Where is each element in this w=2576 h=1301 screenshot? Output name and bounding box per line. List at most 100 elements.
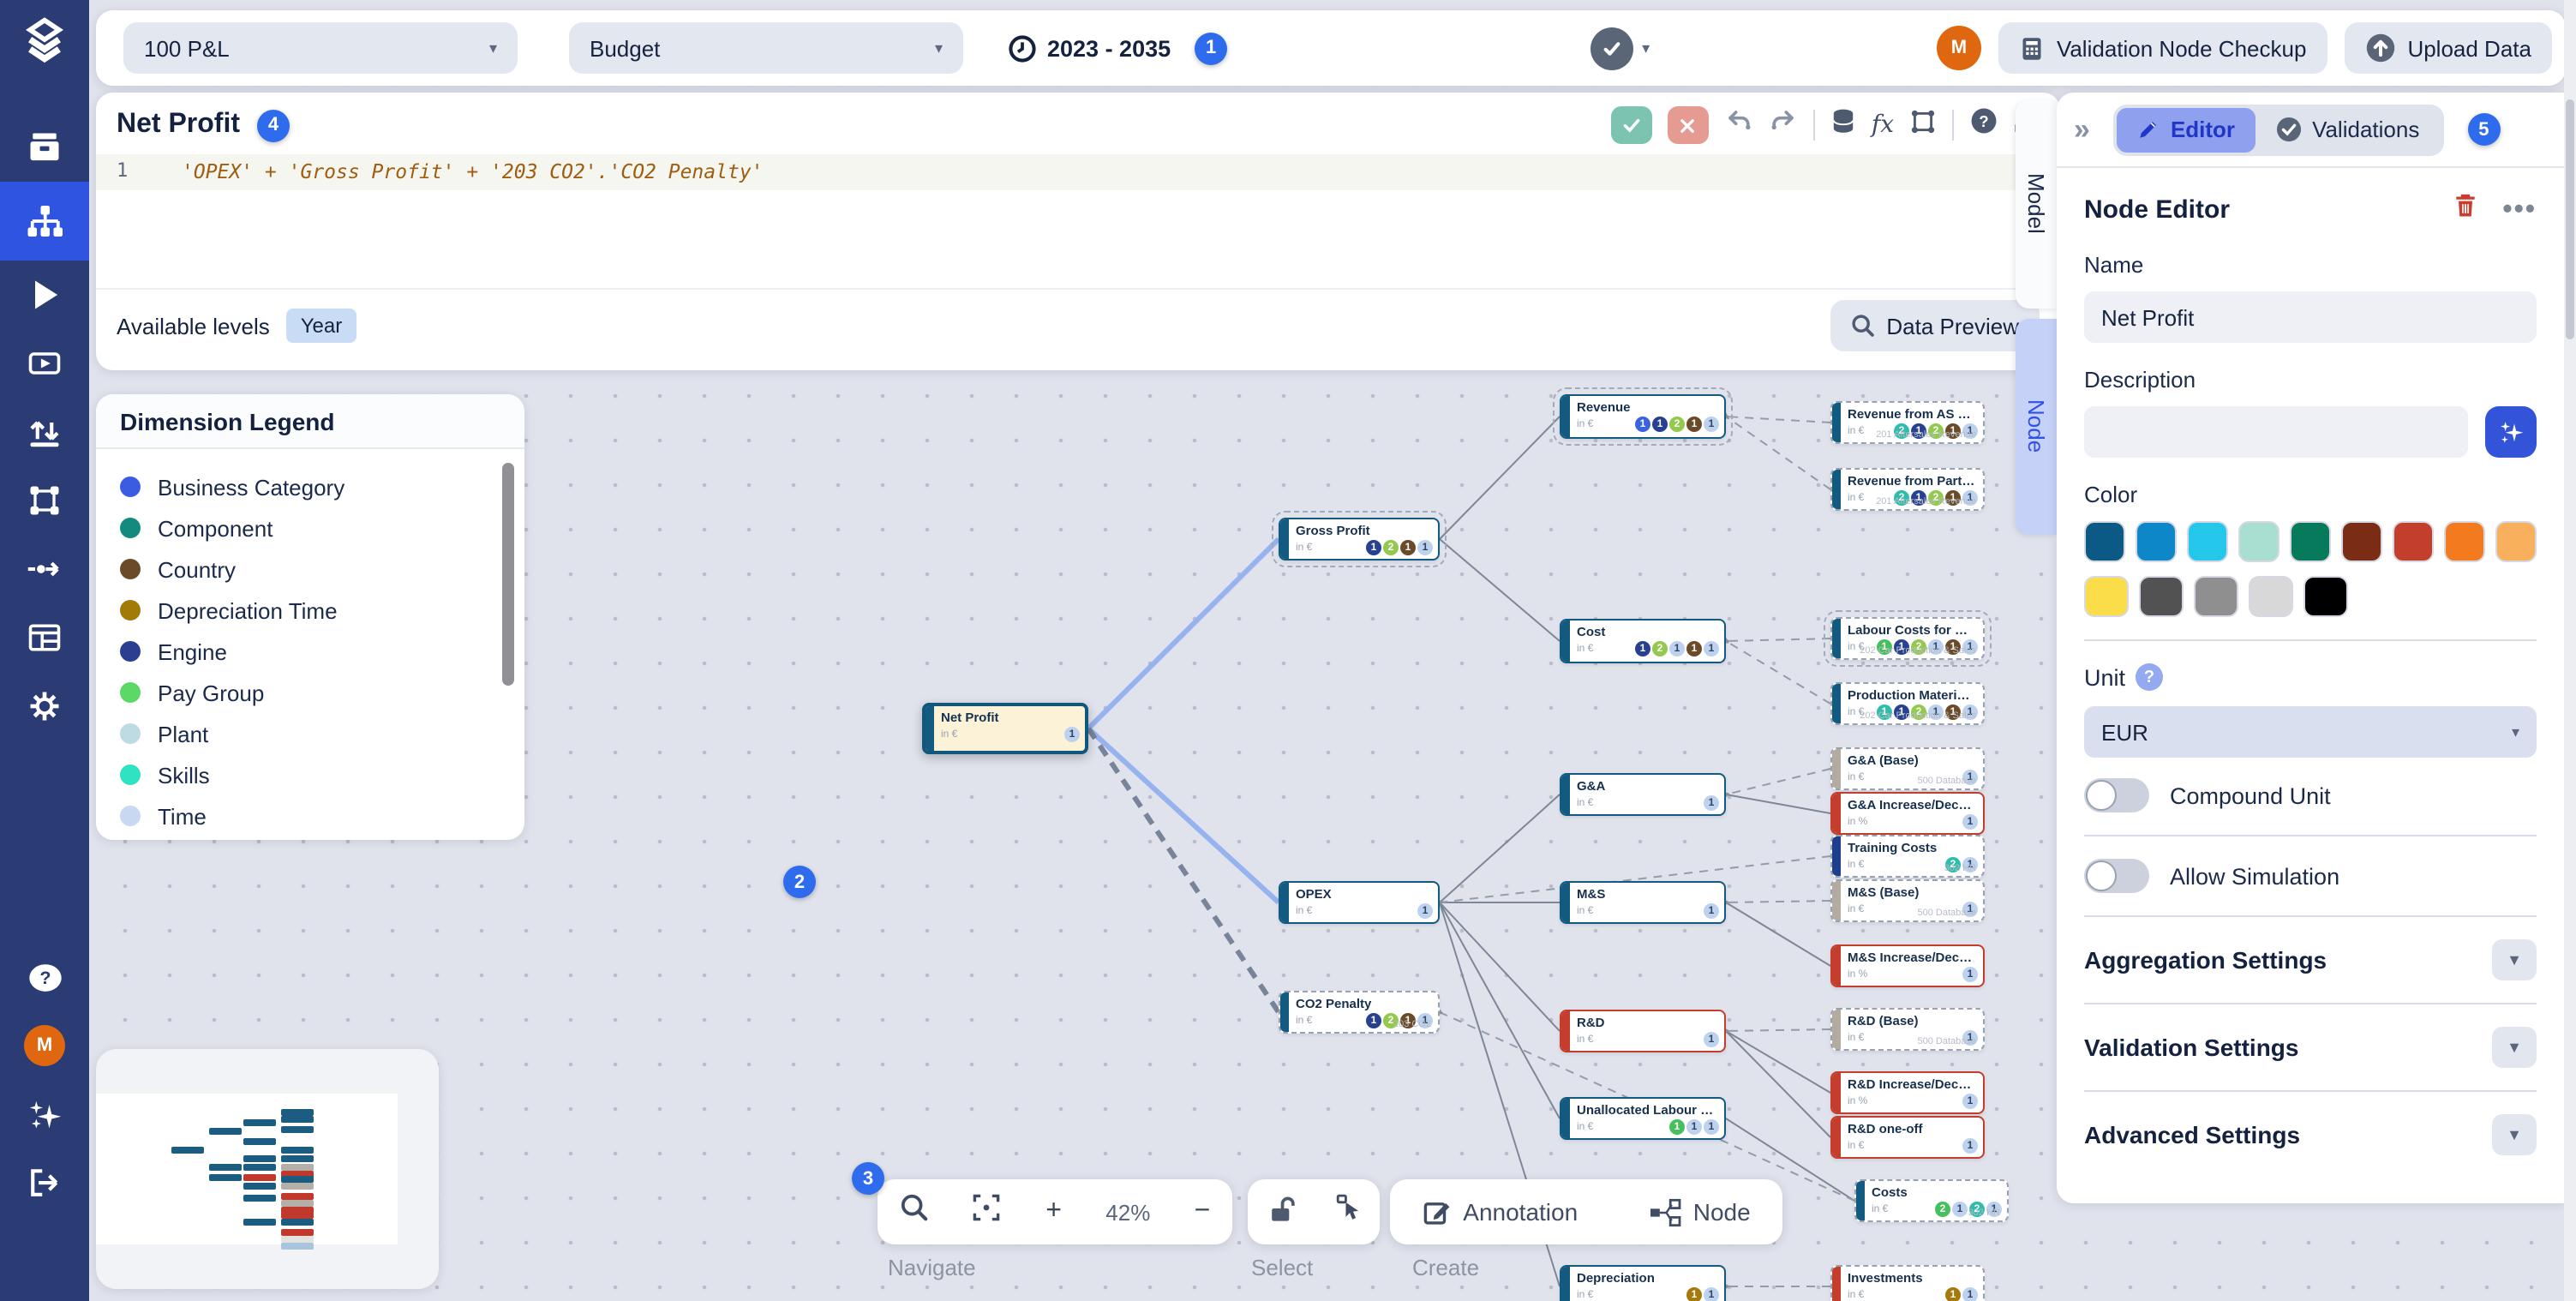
format-frame-button[interactable] [1909, 107, 1937, 143]
zoom-in-button[interactable]: + [1045, 1196, 1062, 1227]
tab-node[interactable]: Node [2016, 319, 2057, 535]
node-prod-mat[interactable]: Production Material Costs in € 112111202… [1830, 682, 1985, 725]
validation-settings-expand-button[interactable]: ▼ [2492, 1027, 2537, 1068]
node-net-profit[interactable]: Net Profit in € 1 [922, 703, 1088, 754]
redo-button[interactable] [1769, 108, 1798, 142]
discard-formula-button[interactable] [1668, 106, 1709, 144]
color-swatch[interactable] [2341, 521, 2382, 562]
undo-button[interactable] [1724, 108, 1753, 142]
node-revenue[interactable]: Revenue in € 11211 [1560, 394, 1726, 439]
sidebar-avatar[interactable]: M [0, 1011, 89, 1080]
node-cost[interactable]: Cost in € 12111 [1560, 619, 1726, 663]
node-ms[interactable]: M&S in € 1 [1560, 881, 1726, 924]
node-opex[interactable]: OPEX in € 1 [1279, 881, 1440, 924]
delete-node-button[interactable] [2453, 192, 2478, 228]
node-gross-profit[interactable]: Gross Profit in € 1211 [1279, 518, 1440, 561]
color-swatch[interactable] [2303, 576, 2348, 617]
formula-code-editor[interactable]: 1 'OPEX' + 'Gross Profit' + '203 CO2'.'C… [96, 154, 2060, 288]
tour-badge-4[interactable]: 4 [257, 109, 290, 141]
node-ms-base[interactable]: M&S (Base) in € 1500 Database [1830, 879, 1985, 922]
node-co2-penalty[interactable]: CO2 Penalty in € 1211203 CO2 [1279, 991, 1440, 1034]
help-icon[interactable]: ? [1969, 106, 1998, 144]
node-ga-base[interactable]: G&A (Base) in € 1500 Database [1830, 747, 1985, 790]
minimap[interactable] [96, 1049, 439, 1289]
node-ga-inc[interactable]: G&A Increase/Decrease in % 1 [1830, 792, 1985, 835]
color-swatch[interactable] [2187, 521, 2228, 562]
data-source-button[interactable] [1830, 107, 1856, 143]
period-selector[interactable]: 2023 - 2035 1 [1008, 32, 1227, 64]
pointer-select-icon[interactable] [1333, 1193, 1361, 1231]
tour-badge-2[interactable]: 2 [783, 866, 816, 898]
zoom-out-button[interactable]: − [1195, 1196, 1211, 1227]
tour-badge-5[interactable]: 5 [2467, 113, 2500, 146]
validation-node-checkup-button[interactable]: Validation Node Checkup [1998, 22, 2327, 74]
upload-data-button[interactable]: Upload Data [2344, 22, 2552, 74]
apply-formula-button[interactable] [1611, 106, 1652, 144]
color-swatch[interactable] [2084, 521, 2125, 562]
sidebar-item-tables[interactable] [0, 603, 89, 672]
node-training[interactable]: Training Costs in € 21302 HR [1830, 835, 1985, 878]
description-input[interactable] [2084, 406, 2468, 458]
name-input[interactable]: Net Profit [2084, 291, 2537, 343]
compound-unit-toggle[interactable] [2084, 778, 2149, 812]
advanced-settings-expand-button[interactable]: ▼ [2492, 1114, 2537, 1155]
node-unalloc[interactable]: Unallocated Labour Costs (O... in € 111 [1560, 1097, 1726, 1140]
sidebar-item-ai-assistant[interactable] [0, 1080, 89, 1148]
sidebar-item-help[interactable]: ? [0, 943, 89, 1011]
color-swatch[interactable] [2393, 521, 2434, 562]
sidebar-item-presentation[interactable] [0, 329, 89, 398]
node-costs-302[interactable]: Costs in € 2121302 HR [1854, 1179, 2009, 1222]
color-swatch[interactable] [2194, 576, 2238, 617]
node-ms-inc[interactable]: M&S Increase/Decrease in % 1 [1830, 944, 1985, 987]
create-node-button[interactable]: Node [1649, 1197, 1751, 1226]
node-rd-inc[interactable]: R&D Increase/Decrease in % 1 [1830, 1071, 1985, 1114]
color-swatch[interactable] [2444, 521, 2485, 562]
unit-help-icon[interactable]: ? [2136, 663, 2163, 691]
node-rev-as[interactable]: Revenue from AS Service in € 21211201 Af… [1830, 401, 1985, 444]
sidebar-item-model-graph[interactable] [0, 182, 89, 261]
app-logo-icon[interactable] [0, 0, 89, 82]
node-rd[interactable]: R&D in € 1 [1560, 1010, 1726, 1052]
aggregation-settings-expand-button[interactable]: ▼ [2492, 939, 2537, 980]
tab-model[interactable]: Model [2016, 99, 2057, 309]
sidebar-item-settings[interactable] [0, 672, 89, 740]
more-options-icon[interactable]: ••• [2502, 195, 2537, 225]
sidebar-item-archive[interactable] [0, 113, 89, 182]
tab-validations[interactable]: Validations [2255, 107, 2440, 152]
tour-badge-1[interactable]: 1 [1195, 32, 1227, 64]
color-swatch[interactable] [2136, 521, 2177, 562]
unit-select[interactable]: EUR▾ [2084, 706, 2537, 758]
sidebar-item-logout[interactable] [0, 1148, 89, 1217]
node-depreciation[interactable]: Depreciation in € 11 [1560, 1265, 1726, 1301]
color-swatch[interactable] [2249, 576, 2293, 617]
tour-badge-3[interactable]: 3 [852, 1162, 884, 1195]
sidebar-item-simulation[interactable] [0, 261, 89, 329]
node-labour-prod[interactable]: Labour Costs for Production in € 1121112… [1830, 617, 1985, 660]
window-scrollbar[interactable] [2564, 0, 2576, 1301]
allow-simulation-toggle[interactable] [2084, 859, 2149, 893]
node-ga[interactable]: G&A in € 1 [1560, 773, 1726, 816]
create-annotation-button[interactable]: Annotation [1422, 1197, 1578, 1226]
functions-button[interactable]: fx [1872, 111, 1894, 139]
ai-generate-button[interactable] [2485, 406, 2537, 458]
sidebar-item-import-export[interactable] [0, 398, 89, 466]
search-canvas-button[interactable] [900, 1193, 929, 1231]
sidebar-item-transform[interactable] [0, 466, 89, 535]
color-swatch[interactable] [2290, 521, 2331, 562]
legend-scrollbar[interactable] [502, 463, 514, 686]
node-rd-base[interactable]: R&D (Base) in € 1500 Database [1830, 1008, 1985, 1051]
color-swatch[interactable] [2495, 521, 2537, 562]
sidebar-item-flows[interactable] [0, 535, 89, 603]
node-investments[interactable]: Investments in € 11 [1830, 1265, 1985, 1301]
data-preview-button[interactable]: Data Preview [1830, 300, 2040, 351]
avatar[interactable]: M [1937, 26, 1981, 70]
color-swatch[interactable] [2238, 521, 2279, 562]
node-rev-ps[interactable]: Revenue from Part Sales in € 21211201 Af… [1830, 468, 1985, 511]
node-rd-oneoff[interactable]: R&D one-off in € 1 [1830, 1116, 1985, 1159]
validation-status-dropdown[interactable]: ▾ [1591, 27, 1650, 69]
tab-editor[interactable]: Editor [2118, 107, 2255, 152]
model-select[interactable]: 100 P&L▾ [123, 22, 518, 74]
collapse-panel-icon[interactable]: » [2074, 112, 2090, 147]
lock-open-icon[interactable] [1267, 1192, 1296, 1232]
color-swatch[interactable] [2139, 576, 2184, 617]
